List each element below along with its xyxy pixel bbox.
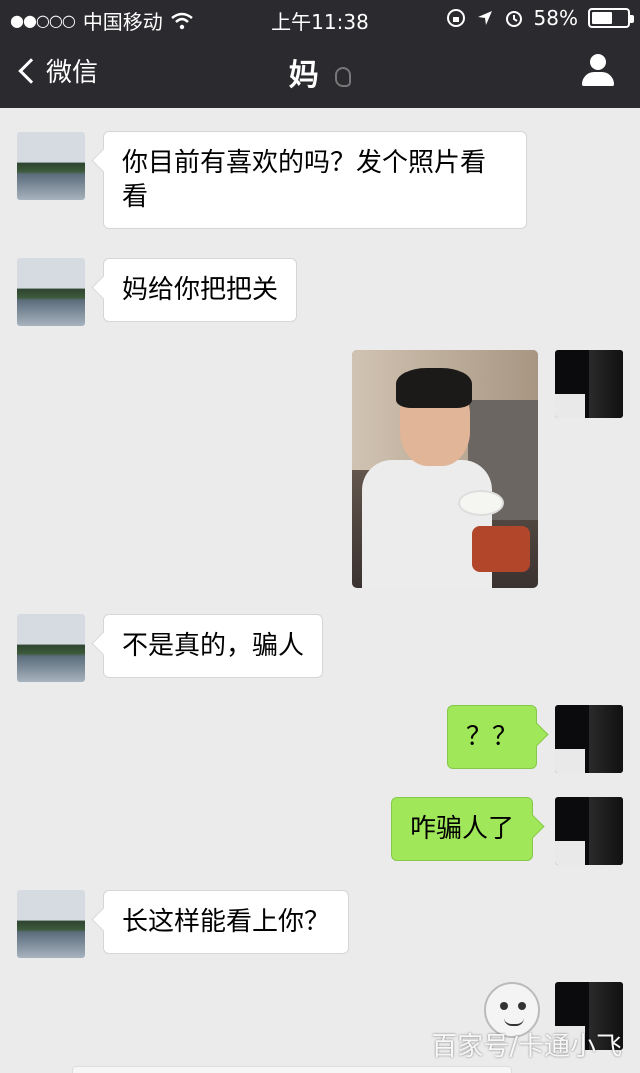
- message-bubble-outgoing[interactable]: ？？: [447, 705, 538, 769]
- orientation-lock-icon: [446, 9, 465, 27]
- message-input[interactable]: [72, 1066, 512, 1073]
- person-icon: [590, 54, 606, 70]
- status-bar: ●●○○○ 中国移动 上午11:38 58%: [0, 0, 640, 36]
- top-bar: ●●○○○ 中国移动 上午11:38 58% 微信 妈: [0, 0, 640, 108]
- avatar-me[interactable]: [555, 705, 623, 773]
- avatar-me[interactable]: [555, 350, 623, 418]
- message-bubble-incoming[interactable]: 妈给你把把关: [103, 258, 298, 322]
- message-bubble-incoming[interactable]: 不是真的，骗人: [103, 614, 324, 678]
- chat-title-text: 妈: [288, 58, 319, 93]
- battery-level: [592, 12, 612, 24]
- navigation-bar: 微信 妈: [0, 40, 640, 104]
- chat-title: 妈: [0, 50, 640, 94]
- earpiece-mode-icon: [335, 66, 352, 87]
- avatar-mom[interactable]: [17, 132, 85, 200]
- watermark: 百家号/卡通小飞: [431, 1032, 622, 1062]
- message-bubble-outgoing[interactable]: 咋骗人了: [391, 797, 534, 861]
- battery-percent: 58%: [533, 6, 578, 30]
- avatar-mom[interactable]: [17, 890, 85, 958]
- battery-icon: [588, 8, 634, 28]
- avatar-mom[interactable]: [17, 258, 85, 326]
- message-bubble-incoming[interactable]: 你目前有喜欢的吗？发个照片看看: [103, 131, 527, 229]
- message-bubble-incoming[interactable]: 长这样能看上你？: [103, 890, 350, 954]
- contact-profile-button[interactable]: [582, 54, 614, 88]
- message-photo[interactable]: [352, 350, 538, 588]
- alarm-icon: [505, 11, 522, 27]
- location-icon: [477, 11, 492, 25]
- avatar-me[interactable]: [555, 797, 623, 865]
- avatar-mom[interactable]: [17, 614, 85, 682]
